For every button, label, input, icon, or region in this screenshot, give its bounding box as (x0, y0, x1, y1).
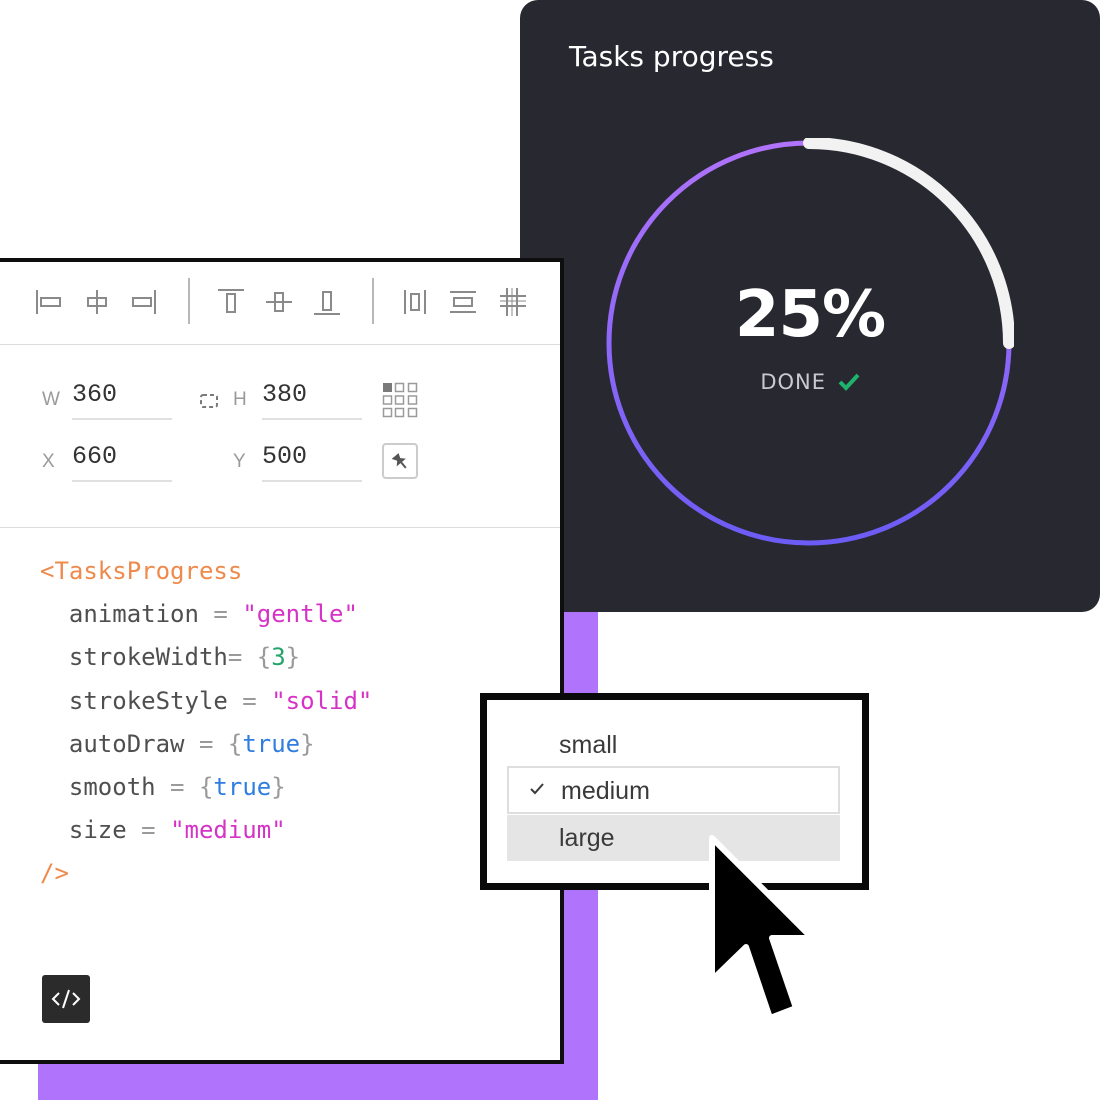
distribute-horizontal-icon[interactable] (398, 284, 432, 320)
progress-percent: 25% (734, 278, 886, 352)
grid-icon[interactable] (496, 284, 530, 320)
code-brace: } (300, 729, 315, 758)
code-attribute-value: 3 (271, 643, 286, 672)
align-top-icon[interactable] (214, 284, 248, 320)
align-center-vertical-icon[interactable] (262, 284, 296, 320)
code-brace: } (285, 643, 301, 672)
x-field[interactable]: 660 (72, 440, 172, 482)
toolbar-divider (188, 278, 190, 324)
code-operator: = (198, 600, 243, 629)
mouse-cursor-icon (709, 835, 815, 1021)
code-attribute-value: true (242, 729, 301, 758)
code-brace: { (198, 773, 214, 802)
code-attribute-line: autoDraw = {true} (40, 730, 315, 758)
code-attribute-name: smooth (68, 773, 156, 802)
code-icon (51, 989, 81, 1009)
status-label: DONE (520, 370, 1100, 394)
code-close-tag: /> (40, 859, 69, 888)
check-icon (838, 373, 860, 391)
properties-panel: W 360 H 380 X 660 Y 500 <TasksProgress a… (0, 258, 564, 1064)
pin-icon (391, 453, 407, 469)
code-attribute-line: animation = "gentle" (40, 600, 358, 628)
code-brace: { (256, 643, 272, 672)
width-label: W (42, 389, 60, 410)
distribute-vertical-icon[interactable] (446, 284, 480, 320)
option-label: large (559, 824, 615, 852)
status-text: DONE (760, 370, 826, 394)
option-label: medium (561, 777, 650, 805)
code-attribute-line: size = "medium" (40, 816, 286, 844)
height-label: H (233, 389, 247, 410)
y-field[interactable]: 500 (262, 440, 362, 482)
code-attribute-line: strokeStyle = "solid" (40, 687, 372, 715)
align-left-icon[interactable] (32, 284, 66, 320)
position-grid-icon[interactable] (382, 382, 418, 418)
code-attribute-name: autoDraw (68, 729, 185, 758)
align-center-horizontal-icon[interactable] (80, 284, 114, 320)
x-label: X (42, 451, 55, 472)
code-attribute-value: "solid" (271, 686, 373, 715)
code-attribute-line: smooth = {true} (40, 773, 286, 801)
card-title: Tasks progress (569, 40, 774, 73)
code-attribute-value: "gentle" (242, 600, 358, 629)
option-label: small (559, 731, 618, 759)
align-bottom-icon[interactable] (310, 284, 344, 320)
dimension-properties: W 360 H 380 X 660 Y 500 (0, 345, 560, 528)
code-attribute-name: strokeWidth (68, 643, 228, 672)
code-operator: = (227, 643, 257, 672)
toolbar-divider (372, 278, 374, 324)
align-right-icon[interactable] (128, 284, 162, 320)
code-attribute-name: strokeStyle (68, 686, 228, 715)
code-operator: = (184, 729, 228, 758)
code-operator: = (227, 686, 272, 715)
pin-button[interactable] (382, 443, 418, 479)
height-field[interactable]: 380 (262, 378, 362, 420)
code-attribute-value: "medium" (170, 816, 286, 845)
code-attribute-name: animation (68, 600, 199, 629)
check-icon (530, 783, 544, 795)
code-brace: { (227, 729, 243, 758)
option-medium[interactable]: medium (507, 766, 840, 814)
code-attribute-name: size (68, 816, 127, 845)
width-field[interactable]: 360 (72, 378, 172, 420)
option-small[interactable]: small (507, 722, 840, 766)
code-attribute-value: true (213, 773, 272, 802)
alignment-toolbar (0, 262, 560, 345)
code-operator: = (155, 773, 199, 802)
link-dimensions-icon[interactable] (198, 392, 220, 410)
code-snippet: <TasksProgress animation = "gentle" stro… (40, 550, 372, 896)
code-attribute-line: strokeWidth= {3} (40, 643, 300, 671)
code-view-button[interactable] (42, 975, 90, 1023)
code-brace: } (271, 773, 286, 802)
tasks-progress-card: Tasks progress 25% DONE (520, 0, 1100, 612)
y-label: Y (233, 451, 246, 472)
code-open-tag: <TasksProgress (40, 557, 243, 585)
code-operator: = (126, 816, 171, 845)
